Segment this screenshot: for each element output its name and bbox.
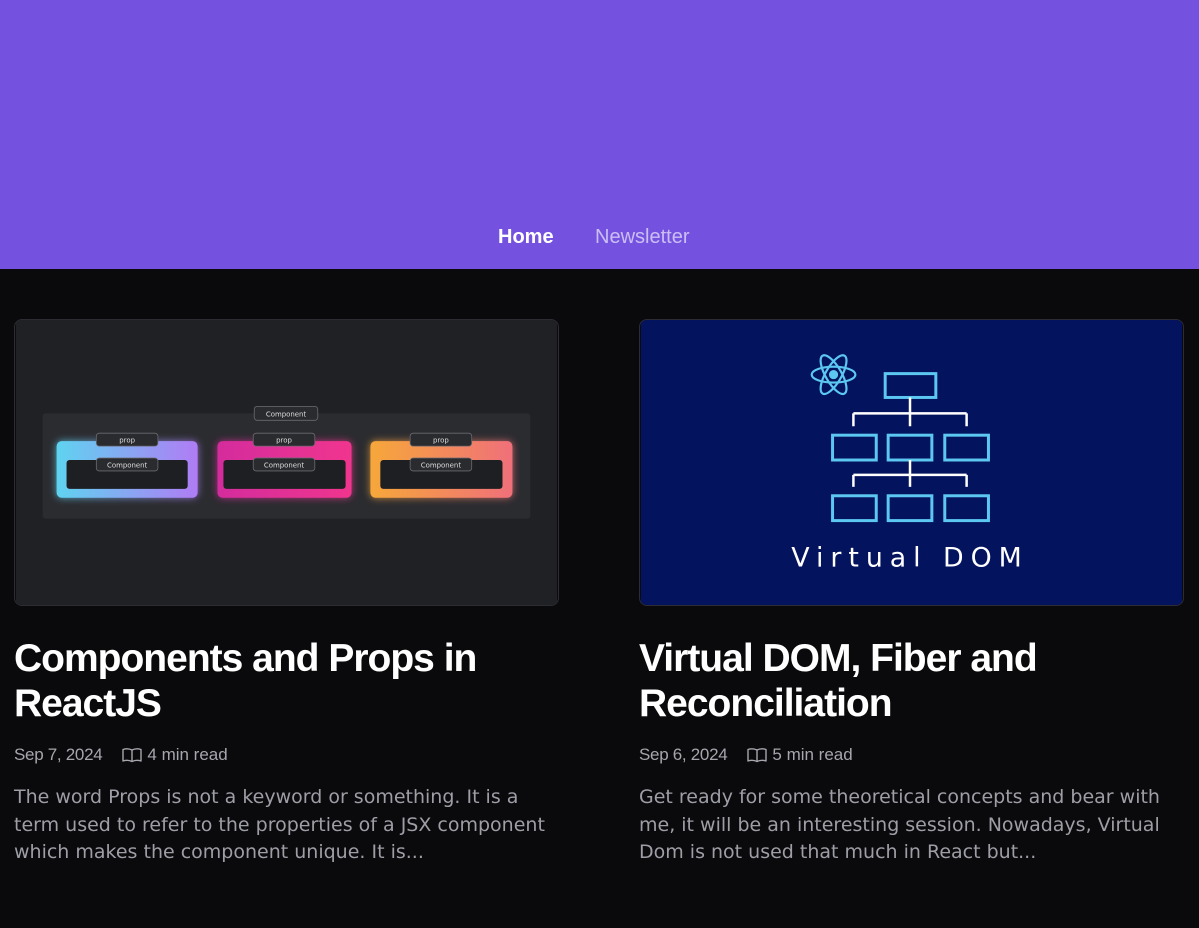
read-time-label: 4 min read xyxy=(147,745,228,764)
post-excerpt: The word Props is not a keyword or somet… xyxy=(14,786,545,863)
component-label: Component xyxy=(264,461,305,469)
components-props-diagram: Component prop prop prop Component Compo… xyxy=(15,320,558,605)
main-nav: Home Newsletter xyxy=(0,224,1199,252)
post-card[interactable]: Virtual DOM Virtual DOM, Fiber and Recon… xyxy=(639,319,1184,867)
prop-label: prop xyxy=(433,437,449,445)
book-icon xyxy=(122,747,143,763)
component-label: Component xyxy=(107,461,148,469)
post-title[interactable]: Virtual DOM, Fiber and Reconciliation xyxy=(639,636,1184,726)
read-time-label: 5 min read xyxy=(772,745,853,764)
virtual-dom-diagram: Virtual DOM xyxy=(640,320,1183,605)
prop-label: prop xyxy=(276,437,292,445)
prop-label: prop xyxy=(119,437,135,445)
post-meta: Sep 6, 2024 5 min read xyxy=(639,744,1184,766)
post-thumbnail[interactable]: Component prop prop prop Component Compo… xyxy=(14,319,559,606)
post-title[interactable]: Components and Props in ReactJS xyxy=(14,636,559,726)
component-label: Component xyxy=(266,410,307,418)
site-header: Home Newsletter xyxy=(0,0,1199,269)
post-card[interactable]: Component prop prop prop Component Compo… xyxy=(14,319,559,867)
read-time: 4 min read xyxy=(122,745,228,765)
post-thumbnail[interactable]: Virtual DOM xyxy=(639,319,1184,606)
nav-newsletter-link[interactable]: Newsletter xyxy=(595,224,689,250)
post-excerpt: Get ready for some theoretical concepts … xyxy=(639,786,1160,863)
component-label: Component xyxy=(421,461,462,469)
post-date: Sep 7, 2024 xyxy=(14,745,103,764)
thumbnail-caption: Virtual DOM xyxy=(791,542,1028,573)
nav-home-link[interactable]: Home xyxy=(498,224,554,250)
post-date: Sep 6, 2024 xyxy=(639,745,728,764)
book-icon xyxy=(747,747,768,763)
read-time: 5 min read xyxy=(747,745,853,765)
post-meta: Sep 7, 2024 4 min read xyxy=(14,744,559,766)
